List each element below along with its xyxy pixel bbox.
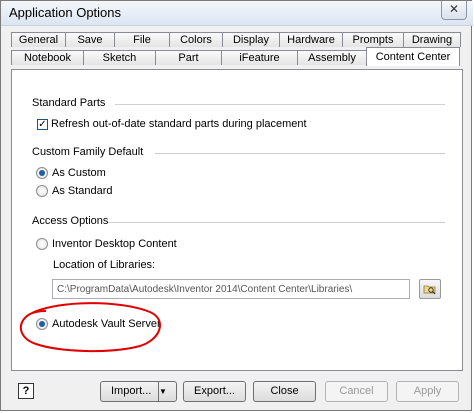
tab-notebook[interactable]: Notebook [11, 50, 84, 65]
tab-label: Part [178, 52, 199, 64]
window-title: Application Options [9, 5, 122, 20]
tab-prompts[interactable]: Prompts [342, 32, 404, 47]
tab-drawing[interactable]: Drawing [403, 32, 461, 47]
vault-server-radio[interactable] [36, 318, 48, 330]
triangle-down-icon[interactable]: ▼ [158, 382, 176, 401]
content-center-panel: Standard Parts ✓ Refresh out-of-date sta… [11, 69, 463, 371]
tab-save[interactable]: Save [65, 32, 115, 47]
close-button[interactable]: Close [253, 381, 316, 402]
tab-ifeature[interactable]: iFeature [221, 50, 298, 65]
location-label: Location of Libraries: [53, 259, 156, 271]
browse-button[interactable] [419, 279, 441, 299]
as-standard-label: As Standard [52, 185, 113, 197]
application-options-dialog: Application Options ✕ General Save File … [0, 0, 473, 411]
cancel-button[interactable]: Cancel [325, 381, 388, 402]
close-icon: ✕ [448, 2, 460, 16]
tab-label: Notebook [23, 52, 72, 64]
group-divider [115, 104, 445, 105]
tab-display[interactable]: Display [222, 32, 280, 47]
tab-label: Hardware [287, 34, 335, 46]
tab-label: iFeature [239, 52, 280, 64]
desktop-content-radio[interactable] [36, 238, 48, 250]
group-divider [155, 153, 445, 154]
tab-sketch[interactable]: Sketch [83, 50, 156, 65]
tab-label: Display [232, 34, 270, 46]
close-label: Close [270, 385, 299, 397]
desktop-content-label: Inventor Desktop Content [52, 238, 177, 250]
tab-general[interactable]: General [11, 32, 66, 47]
tab-file[interactable]: File [114, 32, 170, 47]
tab-strip: General Save File Colors Display Hardwar… [11, 32, 463, 70]
apply-label: Apply [413, 385, 442, 397]
tab-label: Assembly [308, 52, 356, 64]
title-bar: Application Options ✕ [1, 1, 473, 26]
export-label: Export... [194, 385, 235, 397]
tab-label: File [133, 34, 151, 46]
import-button[interactable]: Import... ▼ [100, 381, 177, 402]
refresh-parts-label: Refresh out-of-date standard parts durin… [51, 118, 307, 130]
as-custom-radio[interactable] [36, 167, 48, 179]
export-button[interactable]: Export... [183, 381, 246, 402]
tab-colors[interactable]: Colors [169, 32, 223, 47]
help-button[interactable]: ? [18, 383, 34, 399]
access-options-title: Access Options [32, 215, 109, 227]
tab-assembly[interactable]: Assembly [297, 50, 367, 65]
radio-dot [39, 170, 45, 176]
tab-label: Drawing [411, 34, 453, 46]
tab-label: General [18, 34, 59, 46]
help-icon: ? [22, 385, 30, 397]
radio-dot [39, 321, 45, 327]
cancel-label: Cancel [339, 385, 374, 397]
tab-content-center[interactable]: Content Center [366, 47, 460, 66]
folder-browse-icon [423, 285, 436, 295]
refresh-parts-checkbox[interactable]: ✓ [37, 119, 48, 130]
import-label: Import... [111, 385, 152, 397]
as-standard-radio[interactable] [36, 185, 48, 197]
tab-label: Prompts [352, 34, 394, 46]
standard-parts-title: Standard Parts [32, 97, 106, 109]
apply-button[interactable]: Apply [396, 381, 459, 402]
as-custom-label: As Custom [52, 167, 106, 179]
tab-label: Colors [180, 34, 212, 46]
tab-label: Save [77, 34, 103, 46]
library-location-input[interactable] [52, 279, 410, 299]
close-window-button[interactable]: ✕ [441, 1, 467, 20]
vault-server-label: Autodesk Vault Server [52, 318, 161, 330]
tab-hardware[interactable]: Hardware [279, 32, 343, 47]
group-divider [108, 222, 445, 223]
tab-part[interactable]: Part [155, 50, 222, 65]
tab-label: Content Center [375, 51, 451, 63]
custom-family-title: Custom Family Default [32, 146, 144, 158]
tab-label: Sketch [102, 52, 137, 64]
